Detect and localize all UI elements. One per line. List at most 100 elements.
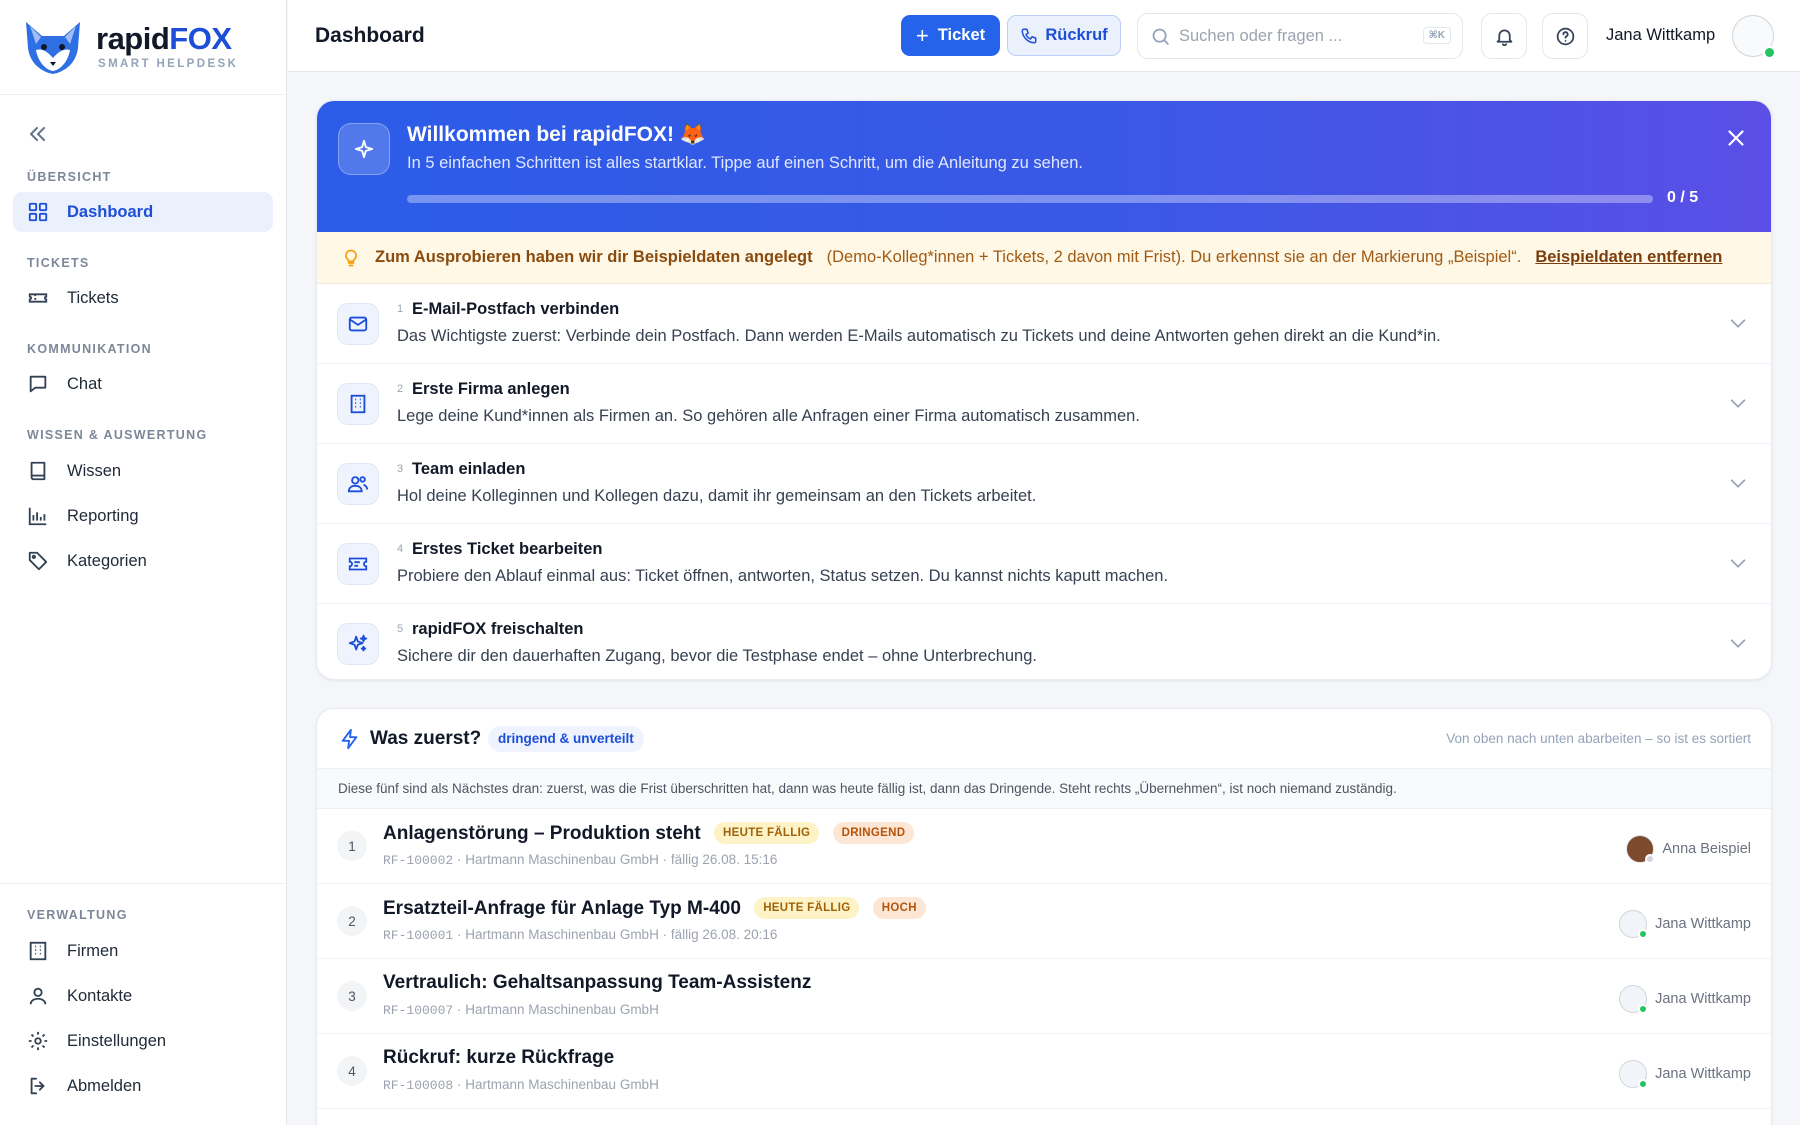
step-description: Hol deine Kolleginnen und Kollegen dazu,… — [397, 487, 1037, 505]
step-number: 5 — [397, 623, 404, 635]
tag-icon — [28, 551, 48, 571]
plus-icon: + — [915, 22, 929, 48]
notifications-button[interactable] — [1481, 13, 1527, 59]
onboarding-step[interactable]: 5 rapidFOX freischalten Sichere dir den … — [317, 604, 1771, 679]
row-index: 4 — [337, 1056, 367, 1086]
chevron-down-icon[interactable] — [1727, 392, 1749, 414]
ticket-row[interactable]: 2 Ersatzteil-Anfrage für Anlage Typ M-40… — [317, 884, 1771, 959]
ticket-title: Rückruf: kurze Rückfrage — [383, 1047, 615, 1068]
assignee-name: Jana Wittkamp — [1655, 991, 1751, 1007]
online-status-dot — [1763, 46, 1776, 59]
step-number: 3 — [397, 463, 404, 475]
search-bar[interactable]: ⌘K — [1137, 13, 1463, 59]
onboarding-step[interactable]: 1 E-Mail-Postfach verbinden Das Wichtigs… — [317, 284, 1771, 364]
section-label-overview: ÜBERSICHT — [27, 170, 112, 184]
sidebar-item-reporting[interactable]: Reporting — [13, 496, 273, 536]
ticket-title-line: Ersatzteil-Anfrage für Anlage Typ M-400 … — [383, 897, 926, 920]
chevron-down-icon[interactable] — [1727, 632, 1749, 654]
sidebar-item-abmelden[interactable]: Abmelden — [13, 1066, 273, 1106]
ticket-assignee[interactable]: Jana Wittkamp — [1619, 910, 1751, 939]
search-input[interactable] — [1179, 26, 1409, 46]
ticket-row[interactable]: 4 Rückruf: kurze Rückfrage RF-100008 · H… — [317, 1034, 1771, 1109]
sidebar-item-chat[interactable]: Chat — [13, 364, 273, 404]
new-ticket-button[interactable]: + Ticket — [901, 15, 1000, 56]
notice-headline: Zum Ausprobieren haben wir dir Beispield… — [375, 248, 813, 266]
row-index: 2 — [337, 906, 367, 936]
help-button[interactable] — [1542, 13, 1588, 59]
sidebar-item-wissen[interactable]: Wissen — [13, 451, 273, 491]
step-description: Das Wichtigste zuerst: Verbinde dein Pos… — [397, 327, 1441, 345]
top-header: Dashboard + Ticket Rückruf ⌘K Jana Wittk… — [288, 0, 1800, 72]
sidebar-item-label: Firmen — [67, 941, 119, 960]
sidebar-item-einstellungen[interactable]: Einstellungen — [13, 1021, 273, 1061]
onboarding-step[interactable]: 4 Erstes Ticket bearbeiten Probiere den … — [317, 524, 1771, 604]
sidebar-item-label: Chat — [67, 374, 102, 393]
user-name[interactable]: Jana Wittkamp — [1606, 26, 1715, 45]
filter-pill[interactable]: dringend & unverteilt — [488, 726, 644, 752]
building-icon — [337, 383, 379, 425]
ticket-title-line: Rückruf: kurze Rückfrage — [383, 1047, 614, 1069]
ticket-code: RF-100007 — [383, 1003, 454, 1018]
building-icon — [29, 941, 47, 961]
book-icon — [30, 461, 46, 481]
ticket-row[interactable]: 3 Vertraulich: Gehaltsanpassung Team-Ass… — [317, 959, 1771, 1034]
chevron-down-icon[interactable] — [1727, 552, 1749, 574]
ticket-assignee[interactable]: Anna Beispiel — [1626, 835, 1751, 864]
callback-label: Rückruf — [1045, 26, 1108, 44]
due-today-badge: HEUTE FÄLLIG — [714, 822, 820, 844]
section-label-admin: VERWALTUNG — [27, 908, 128, 922]
sidebar-item-label: Tickets — [67, 288, 119, 307]
ticket-title-line: Vertraulich: Gehaltsanpassung Team-Assis… — [383, 972, 811, 994]
assignee-name: Jana Wittkamp — [1655, 1066, 1751, 1082]
sidebar-item-tickets[interactable]: Tickets — [13, 278, 273, 318]
collapse-sidebar-icon[interactable] — [26, 122, 50, 146]
gear-icon — [28, 1031, 48, 1051]
chat-icon — [29, 375, 47, 393]
step-number: 4 — [397, 543, 404, 555]
brand[interactable]: rapidFOX SMART HELPDESK — [0, 0, 286, 95]
search-shortcut: ⌘K — [1422, 27, 1451, 44]
chevron-down-icon[interactable] — [1727, 472, 1749, 494]
ticket-meta: RF-100001 · Hartmann Maschinenbau GmbH ·… — [383, 927, 777, 943]
user-icon — [29, 987, 47, 1005]
ticket-assignee[interactable]: Jana Wittkamp — [1619, 1060, 1751, 1089]
status-dot — [1638, 1079, 1649, 1089]
step-title: Erste Firma anlegen — [412, 380, 570, 398]
ticket-assignee[interactable]: Jana Wittkamp — [1619, 985, 1751, 1014]
ticket-title: Anlagenstörung – Produktion steht — [383, 823, 701, 844]
section-label-communication: KOMMUNIKATION — [27, 342, 152, 356]
fox-logo-icon — [26, 22, 80, 74]
new-ticket-label: Ticket — [937, 26, 986, 44]
sidebar-item-dashboard[interactable]: Dashboard — [13, 192, 273, 232]
sidebar-item-kategorien[interactable]: Kategorien — [13, 541, 273, 581]
ticket-code: RF-100002 — [383, 853, 454, 868]
sidebar: rapidFOX SMART HELPDESK ÜBERSICHT Dashbo… — [0, 0, 287, 1125]
onboarding-step[interactable]: 3 Team einladen Hol deine Kolleginnen un… — [317, 444, 1771, 524]
avatar — [1619, 910, 1649, 939]
notice-text: (Demo-Kolleg*innen + Tickets, 2 davon mi… — [826, 248, 1522, 266]
due-today-badge: HEUTE FÄLLIG — [754, 897, 860, 919]
ticket-company: · Hartmann Maschinenbau GmbH — [456, 1077, 659, 1092]
sidebar-item-label: Dashboard — [67, 202, 154, 221]
sidebar-item-label: Kategorien — [67, 551, 147, 570]
ticket-row[interactable]: 1 Anlagenstörung – Produktion steht HEUT… — [317, 809, 1771, 884]
sidebar-item-firmen[interactable]: Firmen — [13, 931, 273, 971]
remove-sample-data-link[interactable]: Beispieldaten entfernen — [1535, 248, 1722, 267]
avatar — [1626, 835, 1656, 864]
close-icon[interactable] — [1723, 125, 1749, 151]
sidebar-item-kontakte[interactable]: Kontakte — [13, 976, 273, 1016]
grid-icon — [28, 202, 48, 222]
sparkles-icon — [337, 623, 379, 665]
step-number: 2 — [397, 383, 404, 395]
onboarding-step[interactable]: 2 Erste Firma anlegen Lege deine Kund*in… — [317, 364, 1771, 444]
chevron-down-icon[interactable] — [1727, 312, 1749, 334]
avatar — [1619, 985, 1649, 1014]
ticket-meta: RF-100002 · Hartmann Maschinenbau GmbH ·… — [383, 852, 777, 868]
status-dot — [1638, 1004, 1649, 1014]
callback-button[interactable]: Rückruf — [1007, 15, 1121, 56]
sidebar-divider — [0, 883, 287, 884]
brand-name: rapidFOX — [96, 21, 232, 56]
help-icon — [1556, 27, 1574, 45]
step-title: Erstes Ticket bearbeiten — [412, 540, 603, 558]
user-avatar[interactable] — [1732, 15, 1776, 59]
